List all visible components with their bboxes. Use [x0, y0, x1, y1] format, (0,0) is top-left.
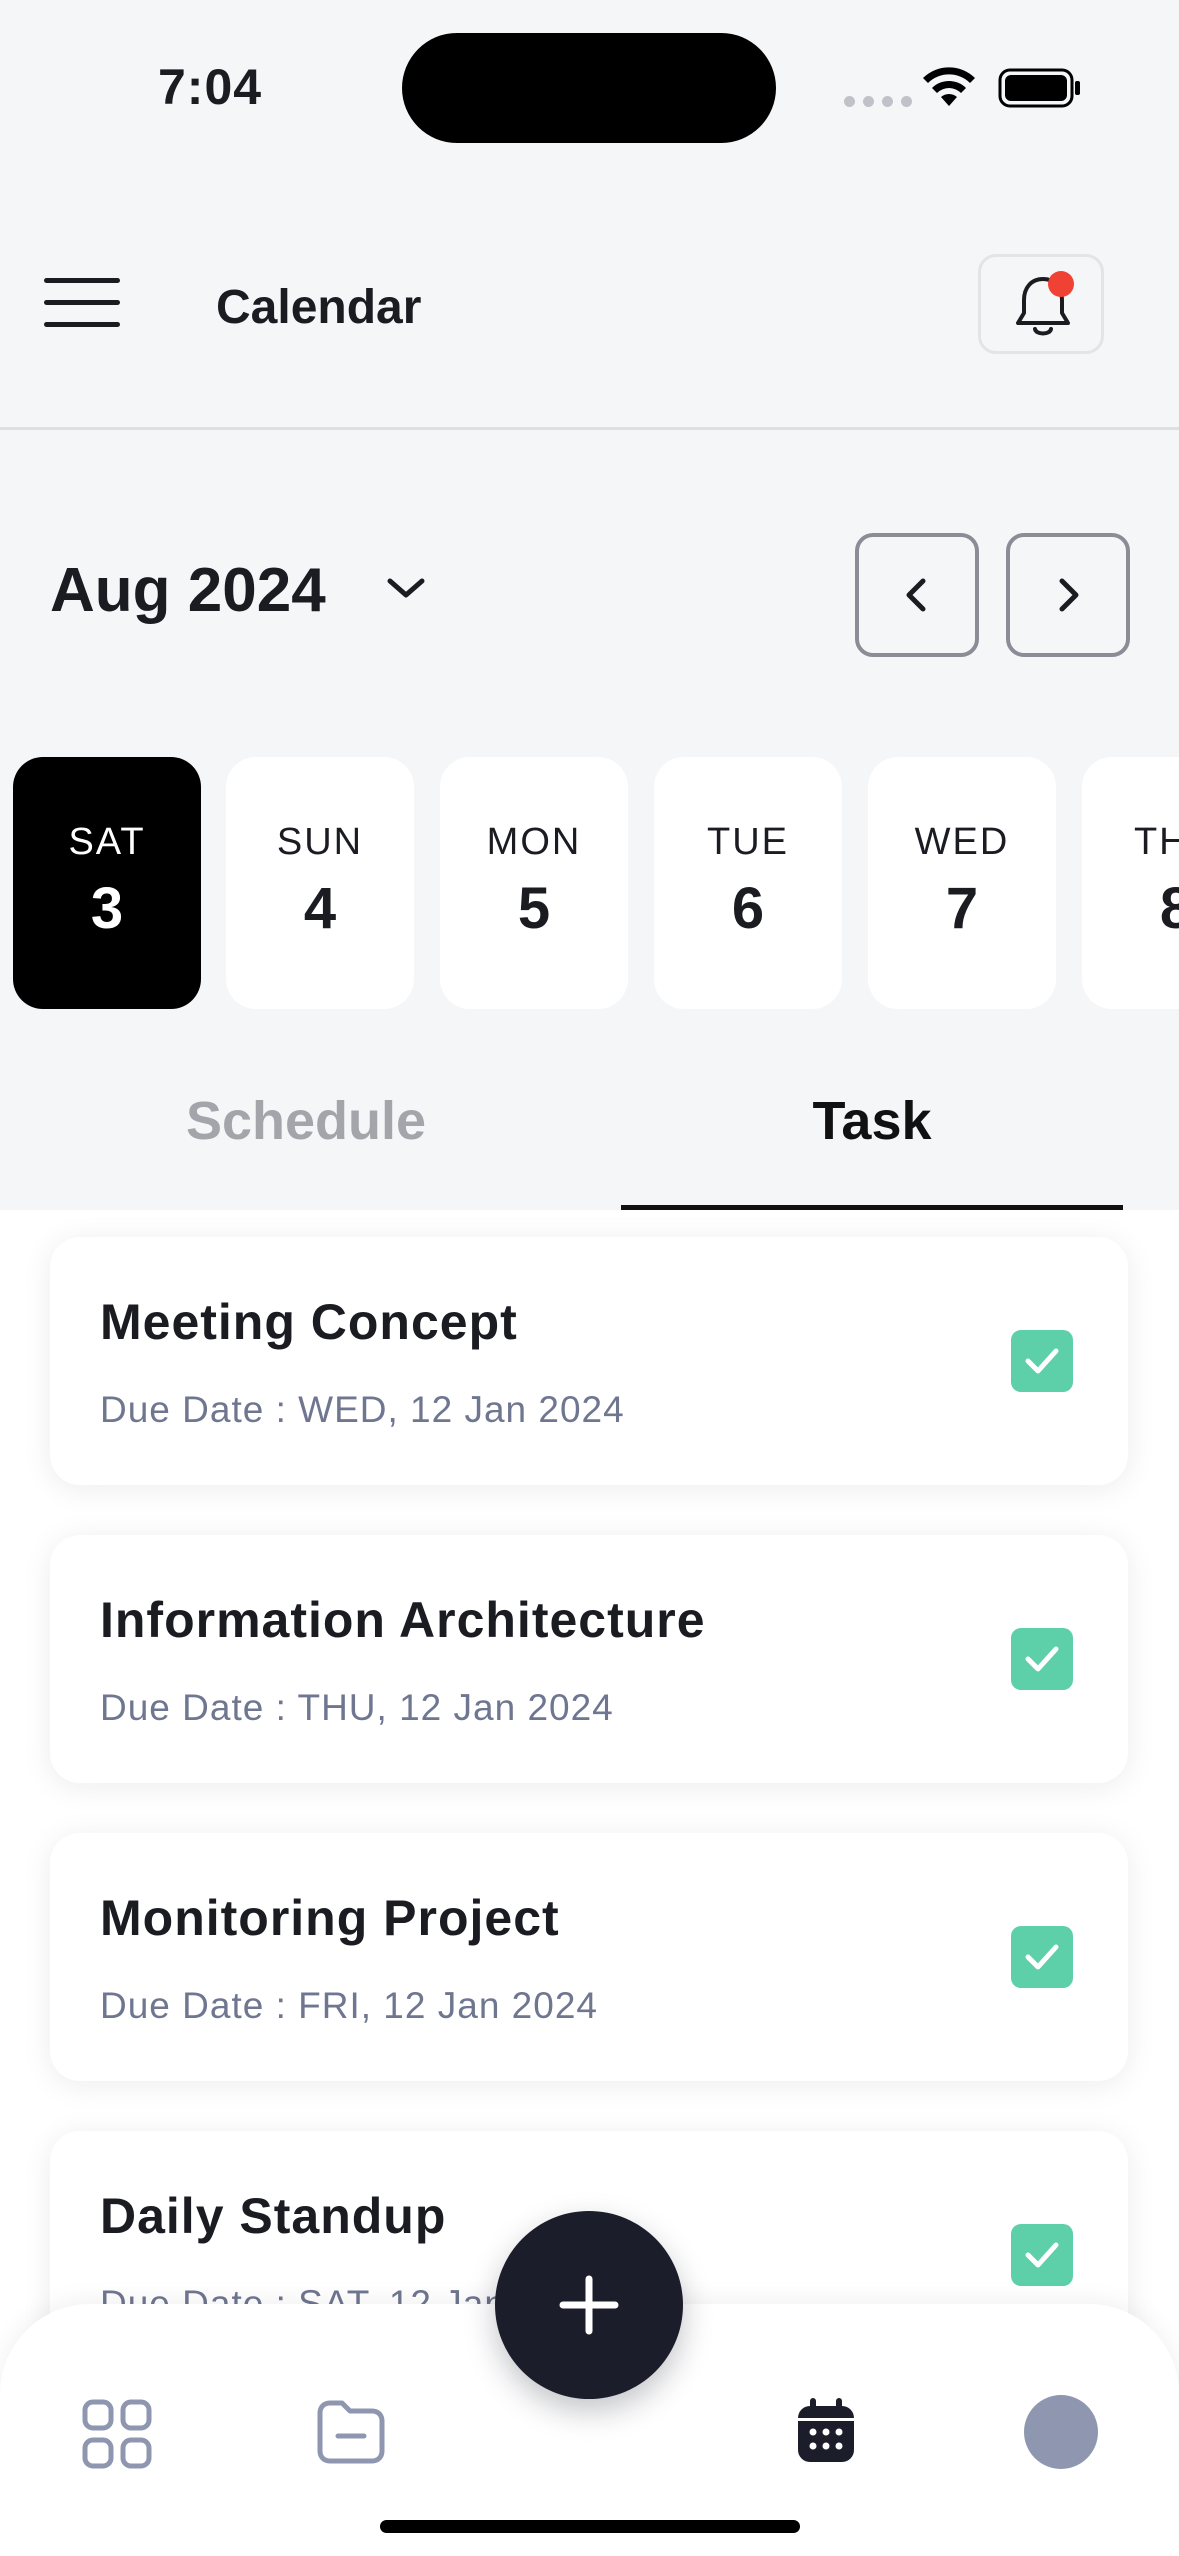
- task-checkbox[interactable]: [1011, 1628, 1073, 1690]
- month-selector[interactable]: Aug 2024: [50, 555, 326, 626]
- check-icon: [1025, 1646, 1059, 1672]
- day-strip: SAT 3 SUN 4 MON 5 TUE 6 WED 7 THU 8: [13, 757, 1179, 1009]
- page-title: Calendar: [216, 281, 422, 334]
- task-checkbox[interactable]: [1011, 1926, 1073, 1988]
- day-card[interactable]: THU 8: [1082, 757, 1179, 1009]
- task-title: Daily Standup: [100, 2188, 447, 2244]
- day-name: SUN: [276, 821, 364, 863]
- chevron-down-icon[interactable]: [384, 573, 428, 603]
- check-icon: [1025, 1944, 1059, 1970]
- day-card[interactable]: WED 7: [868, 757, 1056, 1009]
- battery-icon: [998, 68, 1080, 108]
- next-month-button[interactable]: [1006, 533, 1130, 657]
- day-name: SAT: [68, 821, 146, 863]
- app-header: Calendar: [0, 160, 1179, 430]
- day-card[interactable]: TUE 6: [654, 757, 842, 1009]
- wifi-icon: [923, 67, 975, 106]
- check-icon: [1025, 2242, 1059, 2268]
- plus-icon: [559, 2275, 619, 2335]
- day-number: 7: [945, 876, 979, 941]
- status-bar: 7:04: [0, 0, 1179, 160]
- dynamic-island: [402, 33, 776, 143]
- notification-dot: [1048, 271, 1074, 297]
- cellular-signal-icon: [844, 96, 912, 107]
- day-card[interactable]: MON 5: [440, 757, 628, 1009]
- task-due-date: Due Date : WED, 12 Jan 2024: [100, 1389, 625, 1430]
- avatar[interactable]: [1024, 2395, 1098, 2469]
- task-checkbox[interactable]: [1011, 1330, 1073, 1392]
- day-number: 5: [517, 876, 551, 941]
- task-title: Monitoring Project: [100, 1890, 560, 1946]
- day-name: WED: [914, 821, 1010, 863]
- task-card[interactable]: Monitoring Project Due Date : FRI, 12 Ja…: [50, 1833, 1128, 2081]
- day-name: THU: [1133, 821, 1179, 863]
- task-checkbox[interactable]: [1011, 2224, 1073, 2286]
- folder-icon[interactable]: [316, 2399, 386, 2465]
- day-card[interactable]: SAT 3: [13, 757, 201, 1009]
- tab-schedule[interactable]: Schedule: [50, 1090, 562, 1152]
- day-number: 8: [1159, 876, 1179, 941]
- tab-task[interactable]: Task: [621, 1090, 1123, 1152]
- previous-month-button[interactable]: [855, 533, 979, 657]
- day-number: 6: [731, 876, 765, 941]
- task-title: Information Architecture: [100, 1592, 706, 1648]
- check-icon: [1025, 1348, 1059, 1374]
- tab-bar: Schedule Task: [0, 1070, 1179, 1210]
- day-card[interactable]: SUN 4: [226, 757, 414, 1009]
- day-name: TUE: [707, 821, 789, 863]
- task-due-date: Due Date : FRI, 12 Jan 2024: [100, 1985, 598, 2026]
- day-number: 3: [90, 876, 124, 941]
- status-time: 7:04: [158, 59, 263, 115]
- task-card[interactable]: Information Architecture Due Date : THU,…: [50, 1535, 1128, 1783]
- chevron-left-icon: [906, 578, 926, 612]
- day-number: 4: [303, 876, 337, 941]
- chevron-right-icon: [1059, 578, 1079, 612]
- task-title: Meeting Concept: [100, 1294, 518, 1350]
- add-task-button[interactable]: [495, 2211, 683, 2399]
- task-due-date: Due Date : THU, 12 Jan 2024: [100, 1687, 614, 1728]
- notifications-button[interactable]: [978, 254, 1104, 354]
- home-indicator: [380, 2520, 800, 2533]
- hamburger-menu-icon[interactable]: [44, 276, 122, 330]
- day-name: MON: [486, 821, 582, 863]
- calendar-icon[interactable]: [796, 2398, 856, 2464]
- task-card[interactable]: Meeting Concept Due Date : WED, 12 Jan 2…: [50, 1237, 1128, 1485]
- grid-icon[interactable]: [82, 2399, 152, 2469]
